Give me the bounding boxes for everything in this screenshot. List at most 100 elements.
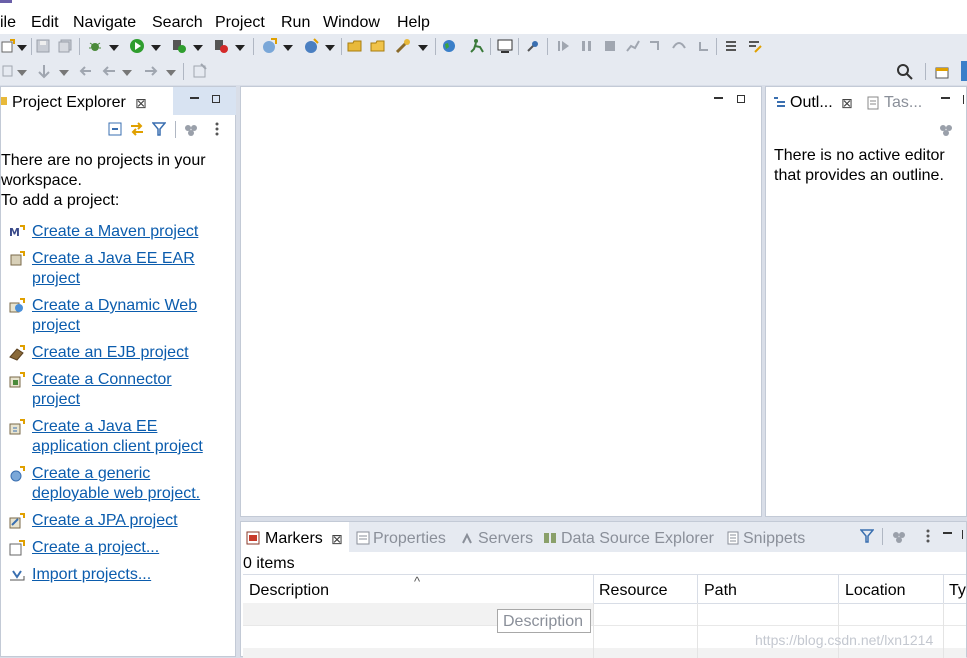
view-menu-icon[interactable]	[209, 121, 225, 137]
console-icon[interactable]	[497, 38, 513, 54]
run-icon[interactable]	[129, 38, 145, 54]
new-dropdown-icon[interactable]	[17, 45, 27, 51]
link-text[interactable]: Create a Maven project	[32, 222, 198, 242]
link-text[interactable]: Create a Dynamic Web	[32, 296, 197, 316]
col-resource[interactable]: Resource	[594, 575, 698, 603]
debug-dropdown-icon[interactable]	[109, 45, 119, 51]
menu-help[interactable]: Help	[397, 13, 430, 33]
new-web-icon[interactable]	[303, 38, 319, 54]
debug-icon[interactable]	[87, 38, 103, 54]
link-text[interactable]: Create a Java EE EAR	[32, 249, 195, 269]
maximize-icon[interactable]	[212, 95, 220, 103]
menu-navigate[interactable]: Navigate	[73, 13, 136, 33]
minimize-icon[interactable]	[943, 528, 952, 534]
tab-markers[interactable]: Markers	[265, 529, 323, 549]
filter-icon[interactable]	[859, 528, 875, 544]
next-annotation-dropdown-icon[interactable]	[59, 70, 69, 76]
link-text[interactable]: deployable web project.	[32, 484, 200, 504]
focus-icon[interactable]	[891, 528, 907, 544]
menu-edit[interactable]: Edit	[31, 13, 59, 33]
close-icon[interactable]: ⊠	[841, 93, 853, 113]
view-menu-icon[interactable]	[920, 528, 936, 544]
maximize-icon-partial[interactable]	[963, 95, 967, 104]
link-text[interactable]: Create a generic	[32, 464, 200, 484]
link-text[interactable]: Import projects...	[32, 565, 151, 585]
link-text[interactable]: Create a Connector	[32, 370, 172, 390]
search-icon[interactable]	[897, 64, 913, 80]
link-text[interactable]: Create a JPA project	[32, 511, 178, 531]
back-dropdown-icon[interactable]	[122, 70, 132, 76]
person-run-icon[interactable]	[469, 38, 485, 54]
tab-properties[interactable]: Properties	[373, 529, 446, 549]
link-create-jpa-project[interactable]: Create a JPA project	[9, 511, 178, 531]
link-text[interactable]: Create an EJB project	[32, 343, 189, 363]
new-server-icon[interactable]	[261, 38, 277, 54]
minimize-icon[interactable]	[714, 93, 723, 99]
link-create-dynamic-web-project[interactable]: Create a Dynamic Web project	[9, 296, 197, 336]
col-type[interactable]: Ty	[944, 575, 966, 603]
menu-search[interactable]: Search	[152, 13, 203, 33]
link-import-projects[interactable]: Import projects...	[9, 565, 151, 585]
minimize-icon[interactable]	[190, 93, 199, 99]
minimize-icon[interactable]	[941, 93, 950, 99]
save-icon[interactable]	[35, 38, 51, 54]
col-path[interactable]: Path	[698, 575, 839, 603]
new-server-dropdown-icon[interactable]	[283, 45, 293, 51]
run-server-icon[interactable]	[171, 38, 187, 54]
tab-servers[interactable]: Servers	[478, 529, 533, 549]
open-perspective-icon[interactable]	[934, 64, 950, 80]
run-server-dropdown-icon[interactable]	[193, 45, 203, 51]
link-text[interactable]: project	[32, 269, 195, 289]
tab-outline[interactable]: Outl...	[790, 93, 833, 113]
open-folder-icon[interactable]	[370, 38, 386, 54]
task-list-icon[interactable]	[724, 38, 740, 54]
open-type-icon[interactable]	[347, 38, 363, 54]
link-text[interactable]: Create a project...	[32, 538, 159, 558]
globe-icon[interactable]	[441, 38, 457, 54]
maximize-icon[interactable]	[737, 95, 745, 103]
filter-icon[interactable]	[151, 121, 167, 137]
save-all-icon[interactable]	[57, 38, 73, 54]
collapse-all-icon[interactable]	[107, 121, 123, 137]
link-create-connector-project[interactable]: Create a Connector project	[9, 370, 172, 410]
link-create-application-client-project[interactable]: Create a Java EE application client proj…	[9, 417, 203, 457]
menu-window[interactable]: Window	[323, 13, 380, 33]
link-create-java-ee-ear-project[interactable]: Create a Java EE EAR project	[9, 249, 195, 289]
menu-project[interactable]: Project	[215, 13, 265, 33]
menu-run[interactable]: Run	[281, 13, 310, 33]
wand-icon[interactable]	[395, 38, 411, 54]
link-create-generic-web-project[interactable]: Create a generic deployable web project.	[9, 464, 200, 504]
pin-icon[interactable]	[525, 38, 541, 54]
link-create-maven-project[interactable]: M Create a Maven project	[9, 222, 198, 242]
new-web-dropdown-icon[interactable]	[325, 45, 335, 51]
link-create-ejb-project[interactable]: Create an EJB project	[9, 343, 189, 363]
link-text[interactable]: project	[32, 390, 172, 410]
forward-dropdown-icon[interactable]	[166, 70, 176, 76]
col-location[interactable]: Location	[839, 575, 944, 603]
col-description[interactable]: Description ^	[243, 574, 594, 603]
focus-icon[interactable]	[183, 121, 199, 137]
link-create-project[interactable]: Create a project...	[9, 538, 159, 558]
quick-fix-icon[interactable]	[747, 38, 763, 54]
menu-file[interactable]: ile	[0, 13, 16, 33]
link-editor-icon[interactable]	[129, 121, 145, 137]
link-text[interactable]: Create a Java EE	[32, 417, 203, 437]
focus-icon[interactable]	[938, 121, 954, 137]
maximize-icon-partial[interactable]	[962, 530, 967, 539]
perspective-switch[interactable]	[961, 61, 967, 81]
toggle-dropdown-icon[interactable]	[17, 70, 27, 76]
stop-server-dropdown-icon[interactable]	[235, 45, 245, 51]
close-icon[interactable]: ⊠	[331, 529, 343, 549]
run-dropdown-icon[interactable]	[151, 45, 161, 51]
close-icon[interactable]: ⊠	[135, 93, 147, 113]
tab-snippets[interactable]: Snippets	[743, 529, 805, 549]
new-icon[interactable]	[0, 38, 16, 54]
tab-tasks[interactable]: Tas...	[884, 93, 922, 113]
tab-data-source-explorer[interactable]: Data Source Explorer	[561, 529, 714, 549]
wand-dropdown-icon[interactable]	[418, 45, 428, 51]
tab-project-explorer[interactable]: Project Explorer	[12, 93, 126, 113]
editor-tabstrip	[241, 87, 761, 113]
stop-server-icon[interactable]	[213, 38, 229, 54]
link-text[interactable]: application client project	[32, 437, 203, 457]
link-text[interactable]: project	[32, 316, 197, 336]
